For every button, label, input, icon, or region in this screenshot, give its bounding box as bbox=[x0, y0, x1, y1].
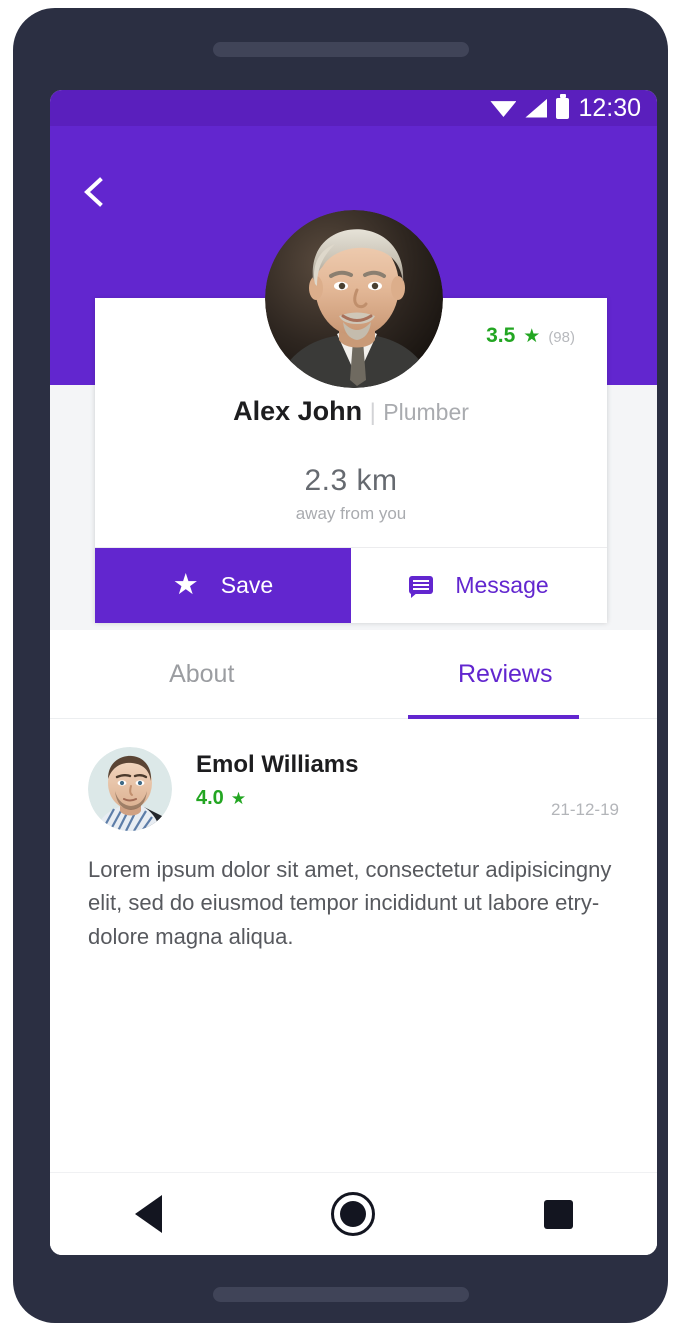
status-bar: 12:30 bbox=[50, 90, 657, 126]
nav-home-icon[interactable] bbox=[330, 1192, 375, 1236]
tab-bar: About Reviews bbox=[50, 630, 657, 719]
avatar bbox=[264, 210, 443, 388]
star-icon: ★ bbox=[172, 569, 199, 601]
message-button-label: Message bbox=[455, 572, 549, 598]
name-separator: | bbox=[369, 399, 376, 426]
rating-value: 3.5 bbox=[486, 324, 516, 347]
content-panel: About Reviews Emol Williams 4.0 ★ 21-12-… bbox=[50, 630, 657, 1255]
rating-count: (98) bbox=[548, 329, 575, 346]
phone-screen: 12:30 3.5 ★ (98) Alex John | Plumber 2.3… bbox=[50, 90, 657, 1255]
nav-recents-icon[interactable] bbox=[543, 1199, 573, 1229]
battery-icon bbox=[556, 97, 570, 119]
signal-icon bbox=[525, 98, 548, 118]
review-rating: 4.0 ★ bbox=[196, 787, 359, 810]
profile-rating: 3.5 ★ (98) bbox=[486, 324, 575, 348]
star-icon: ★ bbox=[523, 326, 541, 347]
distance-caption: away from you bbox=[295, 504, 407, 523]
active-tab-indicator bbox=[408, 715, 579, 719]
save-button[interactable]: ★ Save bbox=[95, 548, 351, 623]
reviewer-name: Emol Williams bbox=[196, 751, 359, 778]
nav-back-icon[interactable] bbox=[134, 1195, 162, 1233]
chat-bubble-icon bbox=[409, 575, 434, 598]
android-nav-bar bbox=[50, 1172, 657, 1255]
review-rating-value: 4.0 bbox=[196, 787, 224, 809]
speaker-grille-top bbox=[212, 42, 469, 57]
wifi-icon bbox=[490, 101, 517, 117]
reviewer-avatar bbox=[88, 747, 172, 831]
speaker-grille-bottom bbox=[212, 1287, 469, 1302]
status-time: 12:30 bbox=[578, 93, 641, 122]
back-button[interactable] bbox=[76, 170, 116, 214]
star-icon: ★ bbox=[230, 789, 247, 808]
review-date: 21-12-19 bbox=[550, 800, 619, 819]
save-button-label: Save bbox=[220, 572, 274, 598]
profile-role: Plumber bbox=[383, 399, 469, 425]
phone-frame: 12:30 3.5 ★ (98) Alex John | Plumber 2.3… bbox=[13, 8, 668, 1323]
action-bar: ★ Save Message bbox=[95, 547, 607, 623]
review-text: Lorem ipsum dolor sit amet, consectetur … bbox=[88, 857, 612, 949]
tab-about[interactable]: About bbox=[50, 630, 354, 718]
reviewer-meta: Emol Williams 4.0 ★ bbox=[196, 747, 359, 810]
distance-block: 2.3 km away from you bbox=[95, 464, 607, 524]
review-item: Emol Williams 4.0 ★ 21-12-19 Lorem ipsum… bbox=[50, 719, 657, 953]
profile-name-row: Alex John | Plumber bbox=[95, 396, 607, 427]
distance-value: 2.3 km bbox=[304, 464, 398, 497]
review-header: Emol Williams 4.0 ★ 21-12-19 bbox=[88, 747, 619, 831]
message-button[interactable]: Message bbox=[351, 548, 607, 623]
profile-name: Alex John bbox=[233, 396, 363, 426]
tab-reviews[interactable]: Reviews bbox=[354, 630, 658, 718]
